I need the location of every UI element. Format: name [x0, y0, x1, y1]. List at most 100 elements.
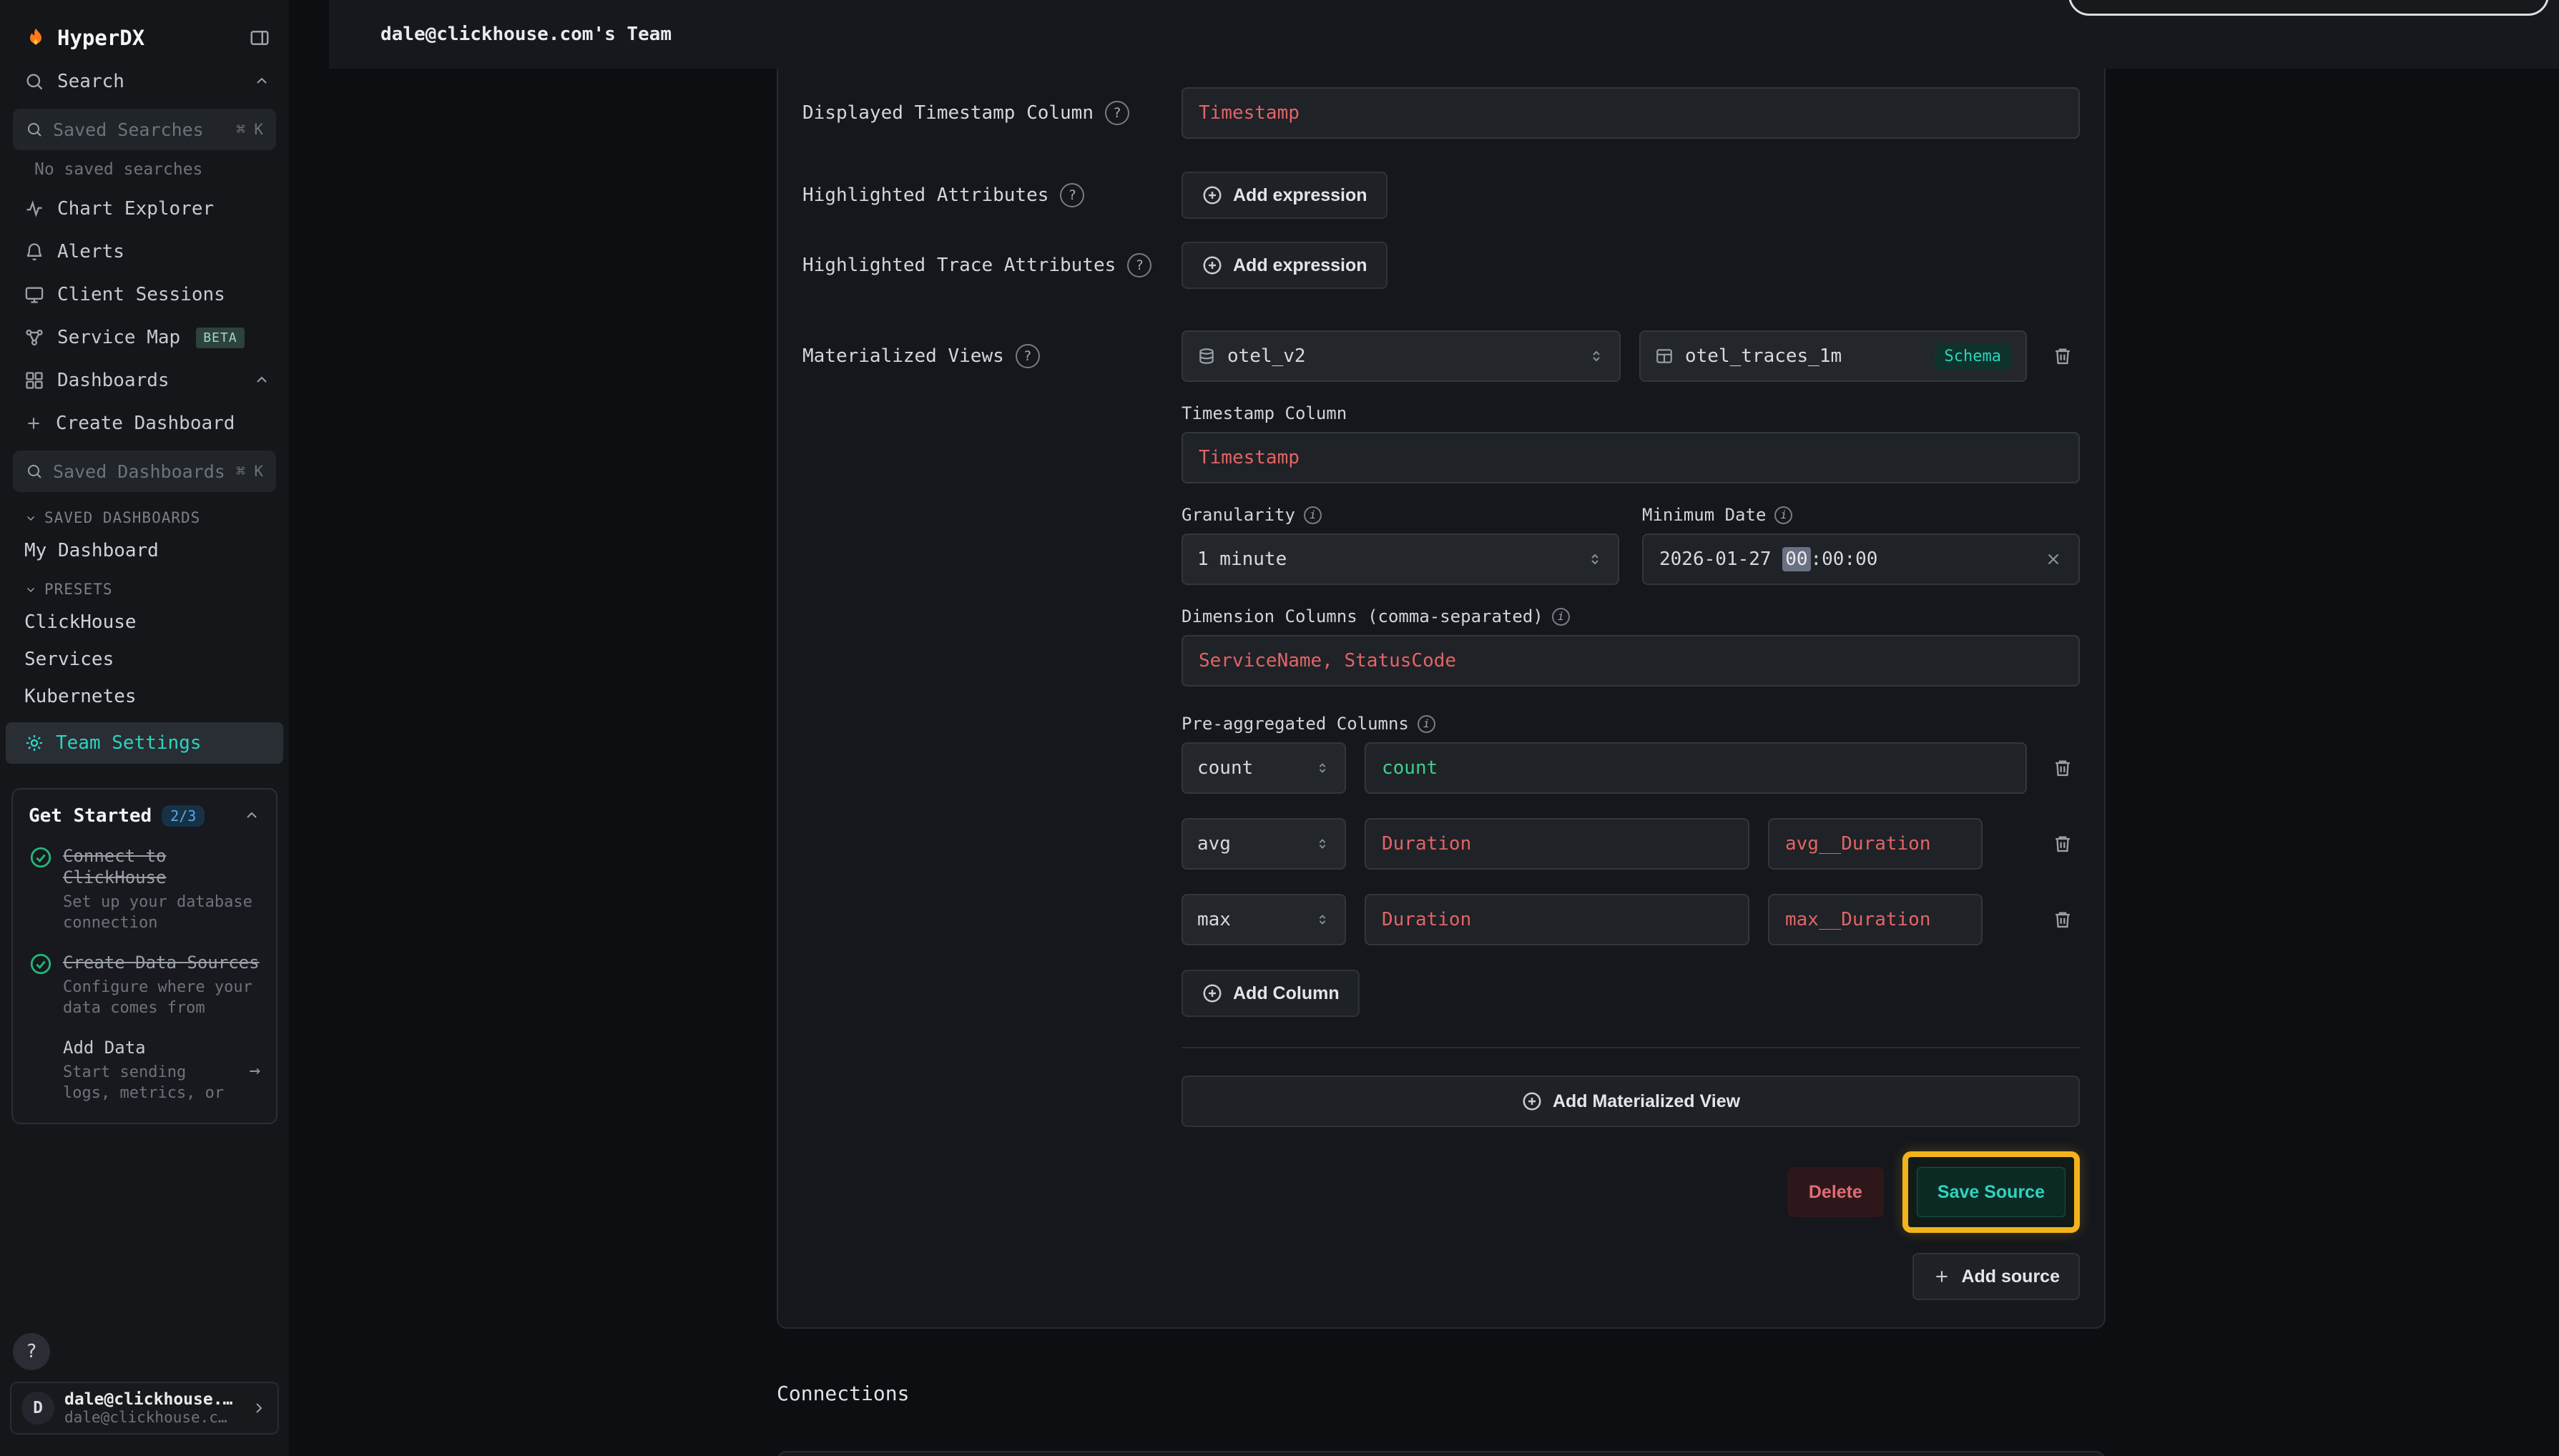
chevron-up-icon[interactable] — [243, 807, 260, 825]
select-caret-icon — [1586, 551, 1603, 568]
chevron-right-icon — [250, 1400, 267, 1417]
minimum-date-input[interactable]: 2026-01-27 00:00:00 — [1642, 533, 2080, 585]
help-icon[interactable]: ? — [1016, 344, 1040, 368]
chevron-up-icon[interactable] — [253, 73, 270, 90]
select-caret-icon — [1315, 836, 1330, 852]
add-materialized-view-button[interactable]: Add Materialized View — [1182, 1076, 2080, 1127]
create-dashboard-button[interactable]: Create Dashboard — [0, 402, 289, 445]
get-started-step-connect[interactable]: Connect to ClickHouse Set up your databa… — [29, 845, 260, 933]
aggregation-fn-select[interactable]: avg — [1182, 818, 1346, 870]
sidebar-item-service-map[interactable]: Service Map BETA — [0, 316, 289, 359]
sidebar-item-search[interactable]: Search — [0, 60, 289, 103]
app-root: HyperDX Search Saved Searches ⌘ K No sav… — [0, 0, 2559, 1456]
gear-icon — [24, 733, 44, 753]
team-settings-label: Team Settings — [56, 732, 202, 754]
saved-dashboards-input[interactable]: Saved Dashboards ⌘ K — [13, 451, 276, 492]
add-source-button[interactable]: Add source — [1912, 1253, 2080, 1300]
help-icon[interactable]: ? — [1060, 183, 1084, 207]
database-icon — [1197, 347, 1216, 365]
step-desc: Start sending logs, metrics, or — [63, 1063, 239, 1103]
spotlight-search-overlay[interactable] — [2068, 0, 2549, 16]
trash-icon[interactable] — [2045, 822, 2080, 865]
saved-searches-placeholder: Saved Searches — [53, 119, 204, 140]
selected-date-segment[interactable]: 00 — [1782, 547, 1810, 571]
chevron-up-icon[interactable] — [253, 372, 270, 389]
aggregation-output-input[interactable]: avg__Duration — [1768, 818, 1983, 870]
sidebar-item-client-sessions[interactable]: Client Sessions — [0, 273, 289, 316]
dimension-columns-input[interactable]: ServiceName, StatusCode — [1182, 635, 2080, 687]
circle-plus-icon — [1202, 255, 1223, 276]
aggregation-expression-input[interactable]: Duration — [1365, 894, 1749, 945]
granularity-select[interactable]: 1 minute — [1182, 533, 1619, 585]
info-icon[interactable]: i — [1552, 608, 1570, 626]
dimension-columns-label: Dimension Columns (comma-separated) i — [1182, 606, 2080, 626]
table-select[interactable]: otel_traces_1m Schema — [1639, 330, 2027, 382]
sidebar-item-services[interactable]: Services — [0, 641, 289, 678]
aggregation-output-input[interactable]: max__Duration — [1768, 894, 1983, 945]
saved-searches-input[interactable]: Saved Searches ⌘ K — [13, 109, 276, 150]
check-circle-icon — [29, 952, 53, 976]
main-area: dale@clickhouse.com's Team Displayed Tim… — [289, 0, 2559, 1456]
help-button[interactable]: ? — [13, 1333, 50, 1370]
get-started-header[interactable]: Get Started 2/3 — [29, 805, 260, 827]
client-sessions-label: Client Sessions — [57, 284, 225, 305]
get-started-step-add-data[interactable]: Add Data Start sending logs, metrics, or… — [29, 1037, 260, 1103]
info-icon[interactable]: i — [1418, 715, 1435, 733]
step-desc: Configure where your data comes from — [63, 978, 260, 1018]
aggregation-expression-input[interactable]: count — [1365, 742, 2027, 794]
sidebar-spacer — [0, 1124, 289, 1323]
sidebar-item-chart-explorer[interactable]: Chart Explorer — [0, 187, 289, 230]
sidebar: HyperDX Search Saved Searches ⌘ K No sav… — [0, 0, 289, 1456]
sidebar-search-label: Search — [57, 71, 124, 92]
presets-group-header[interactable]: PRESETS — [0, 569, 289, 604]
delete-button[interactable]: Delete — [1787, 1167, 1884, 1217]
mv-timestamp-input[interactable]: Timestamp — [1182, 432, 2080, 483]
chevron-down-icon — [24, 583, 37, 596]
aggregation-fn-select[interactable]: max — [1182, 894, 1346, 945]
get-started-step-sources[interactable]: Create Data Sources Configure where your… — [29, 952, 260, 1018]
sidebar-collapse-icon[interactable] — [249, 27, 270, 49]
saved-dashboards-group-header[interactable]: SAVED DASHBOARDS — [0, 498, 289, 532]
sidebar-item-kubernetes[interactable]: Kubernetes — [0, 678, 289, 715]
schema-link[interactable]: Schema — [1935, 343, 2011, 370]
user-email: dale@clickhouse.c… — [64, 1409, 240, 1426]
materialized-views-label: Materialized Views ? — [802, 344, 1182, 368]
search-icon — [26, 121, 43, 138]
add-expression-button[interactable]: Add expression — [1182, 242, 1387, 289]
sidebar-item-my-dashboard[interactable]: My Dashboard — [0, 532, 289, 569]
get-started-card: Get Started 2/3 Connect to ClickHouse Se… — [11, 788, 277, 1124]
chart-explorer-label: Chart Explorer — [57, 198, 214, 220]
info-icon[interactable]: i — [1304, 506, 1322, 524]
add-expression-button[interactable]: Add expression — [1182, 172, 1387, 219]
database-select[interactable]: otel_v2 — [1182, 330, 1621, 382]
displayed-timestamp-input[interactable]: Timestamp — [1182, 87, 2080, 139]
save-source-button[interactable]: Save Source — [1917, 1167, 2066, 1217]
chevron-down-icon — [24, 511, 37, 524]
clear-icon[interactable] — [2044, 550, 2063, 569]
help-icon[interactable]: ? — [1127, 253, 1151, 277]
sidebar-item-team-settings[interactable]: Team Settings — [6, 722, 283, 764]
aggregation-expression-input[interactable]: Duration — [1365, 818, 1749, 870]
step-title: Create Data Sources — [63, 952, 260, 973]
saved-searches-shortcut: ⌘ K — [236, 121, 263, 138]
arrow-right-icon: → — [249, 1060, 260, 1081]
search-icon — [26, 463, 43, 480]
circle-plus-icon — [1202, 983, 1223, 1004]
trash-icon[interactable] — [2045, 335, 2080, 378]
select-caret-icon — [1315, 760, 1330, 776]
add-column-button[interactable]: Add Column — [1182, 970, 1360, 1017]
trash-icon[interactable] — [2045, 747, 2080, 790]
info-icon[interactable]: i — [1774, 506, 1792, 524]
topbar: dale@clickhouse.com's Team — [329, 0, 2559, 69]
content-scroll-area[interactable]: Displayed Timestamp Column ? Timestamp H… — [289, 69, 2559, 1456]
aggregation-fn-select[interactable]: count — [1182, 742, 1346, 794]
help-icon[interactable]: ? — [1105, 101, 1129, 125]
plus-icon — [24, 414, 43, 433]
trash-icon[interactable] — [2045, 898, 2080, 941]
plus-icon — [1932, 1267, 1951, 1286]
sidebar-item-alerts[interactable]: Alerts — [0, 230, 289, 273]
user-menu[interactable]: D dale@clickhouse.… dale@clickhouse.c… — [10, 1382, 279, 1435]
sidebar-item-dashboards[interactable]: Dashboards — [0, 359, 289, 402]
minimum-date-label: Minimum Date i — [1642, 505, 2080, 525]
sidebar-item-clickhouse[interactable]: ClickHouse — [0, 604, 289, 641]
